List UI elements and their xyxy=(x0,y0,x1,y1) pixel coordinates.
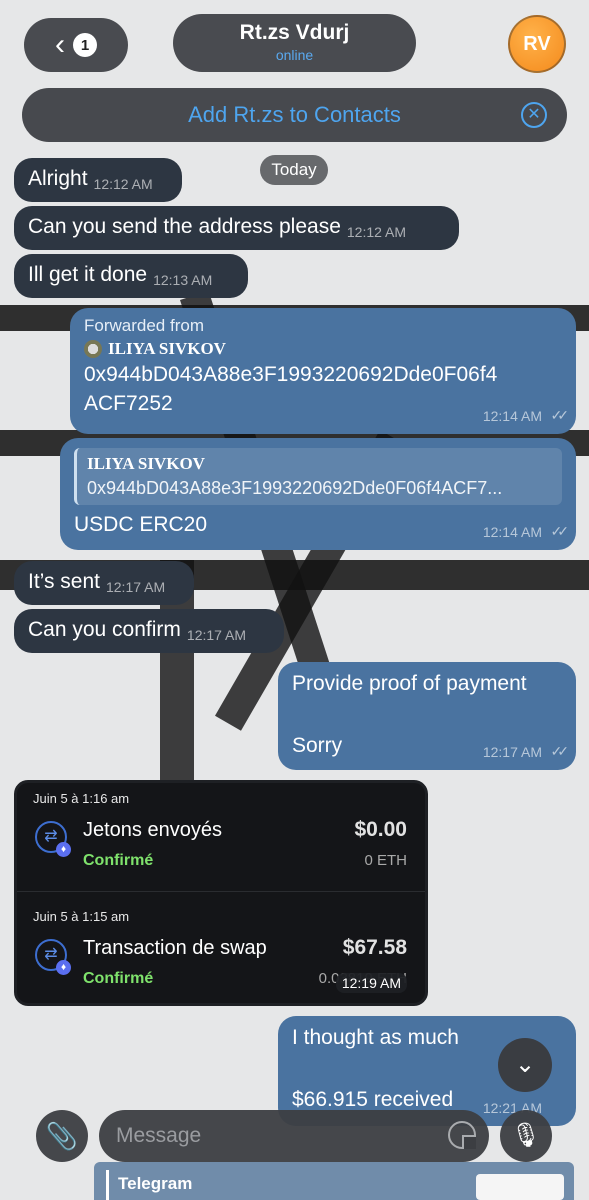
transaction-status: Confirmé xyxy=(83,852,154,869)
microphone-icon: 🎙 xyxy=(510,1122,542,1149)
message-time: 12:19 AM xyxy=(335,973,407,993)
transaction-status: Confirmé xyxy=(83,970,154,987)
sticker-icon[interactable] xyxy=(448,1121,476,1149)
add-to-contacts-bar[interactable]: Add Rt.zs to Contacts ✕ xyxy=(22,88,567,142)
read-checkmarks-icon: ✓✓ xyxy=(550,407,570,423)
quote-text: 0x944bD043A88e3F1993220692Dde0F06f4ACF7.… xyxy=(87,478,503,498)
message-incoming[interactable]: Alright 12:12 AM xyxy=(14,158,182,202)
close-icon[interactable]: ✕ xyxy=(521,102,547,128)
transaction-date: Juin 5 à 1:15 am xyxy=(33,909,130,924)
eth-icon: ♦ xyxy=(56,960,71,975)
chevron-left-icon: ‹ xyxy=(55,28,65,61)
read-checkmarks-icon: ✓✓ xyxy=(550,523,570,539)
address-line-1: 0x944bD043A88e3F1993220692Dde0F06f4 xyxy=(84,363,498,386)
message-incoming[interactable]: Can you confirm 12:17 AM xyxy=(14,609,284,653)
message-time: 12:17 AM xyxy=(105,579,166,595)
transaction-usd: $0.00 xyxy=(354,818,407,841)
message-reply[interactable]: ILIYA SIVKOV 0x944bD043A88e3F1993220692D… xyxy=(60,438,576,550)
swap-icon: ⇄ ♦ xyxy=(35,939,71,975)
message-time: 12:14 AM xyxy=(482,408,542,424)
transaction-eth: 0 ETH xyxy=(364,852,407,869)
message-text-line-1: Provide proof of payment xyxy=(292,672,527,695)
message-outgoing[interactable]: Provide proof of payment Sorry 12:17 AM … xyxy=(278,662,576,770)
eth-icon: ♦ xyxy=(56,842,71,857)
message-time: 12:17 AM xyxy=(186,627,247,643)
preview-label: Telegram xyxy=(118,1174,193,1193)
message-time: 12:13 AM xyxy=(153,272,213,288)
quote-author: ILIYA SIVKOV xyxy=(87,454,205,473)
link-preview-strip: Telegram xyxy=(94,1162,574,1200)
message-time: 12:17 AM xyxy=(482,744,542,760)
message-forwarded[interactable]: Forwarded from ILIYA SIVKOV 0x944bD043A8… xyxy=(70,308,576,434)
transaction-usd: $67.58 xyxy=(342,936,407,959)
chevron-down-icon: ⌄ xyxy=(514,1051,536,1078)
scroll-down-button[interactable]: ⌄ xyxy=(498,1038,552,1092)
transaction-name: Jetons envoyés xyxy=(83,819,222,841)
date-separator: Today xyxy=(260,155,328,185)
contact-title[interactable]: Rt.zs Vdurj online xyxy=(173,14,416,72)
message-incoming[interactable]: Ill get it done 12:13 AM xyxy=(14,254,248,298)
message-text: Can you confirm xyxy=(28,618,181,641)
message-text: Ill get it done xyxy=(28,263,148,286)
forwarded-author[interactable]: ILIYA SIVKOV xyxy=(84,339,562,359)
preview-accent-bar xyxy=(106,1170,109,1200)
paperclip-icon: 📎 xyxy=(45,1121,79,1151)
message-input[interactable] xyxy=(99,1110,489,1162)
message-text: Can you send the address please xyxy=(28,215,341,238)
back-button[interactable]: ‹ 1 xyxy=(24,18,128,72)
message-incoming[interactable]: Can you send the address please 12:12 AM xyxy=(14,206,459,250)
message-time: 12:12 AM xyxy=(346,224,407,240)
avatar[interactable]: RV xyxy=(508,15,566,73)
read-checkmarks-icon: ✓✓ xyxy=(550,743,570,759)
author-avatar xyxy=(84,340,102,358)
quoted-message[interactable]: ILIYA SIVKOV 0x944bD043A88e3F1993220692D… xyxy=(74,448,562,505)
message-incoming[interactable]: It’s sent 12:17 AM xyxy=(14,561,194,605)
transaction-name: Transaction de swap xyxy=(83,937,267,959)
transaction-item: Juin 5 à 1:16 am ⇄ ♦ Jetons envoyés Confi… xyxy=(17,783,425,891)
forwarded-label: Forwarded from xyxy=(84,316,204,335)
contact-status: online xyxy=(275,47,314,63)
add-to-contacts-link[interactable]: Add Rt.zs to Contacts xyxy=(188,102,401,128)
swap-icon: ⇄ ♦ xyxy=(35,821,71,857)
attach-button[interactable]: 📎 xyxy=(36,1110,88,1162)
unread-count-badge: 1 xyxy=(73,33,97,57)
preview-thumbnail xyxy=(476,1174,564,1200)
transaction-date: Juin 5 à 1:16 am xyxy=(33,791,130,806)
message-time: 12:14 AM xyxy=(482,524,542,540)
contact-name: Rt.zs Vdurj xyxy=(239,21,350,44)
author-name: ILIYA SIVKOV xyxy=(108,339,226,358)
microphone-button[interactable]: 🎙 xyxy=(500,1110,552,1162)
message-time: 12:12 AM xyxy=(93,176,153,192)
message-text: It’s sent xyxy=(28,570,100,593)
chat-header: ‹ 1 Rt.zs Vdurj online RV Add Rt.zs to C… xyxy=(0,0,589,150)
wallet-screenshot-image[interactable]: Juin 5 à 1:16 am ⇄ ♦ Jetons envoyés Confi… xyxy=(14,780,428,1006)
message-text: Alright xyxy=(28,167,88,190)
divider xyxy=(17,891,425,892)
